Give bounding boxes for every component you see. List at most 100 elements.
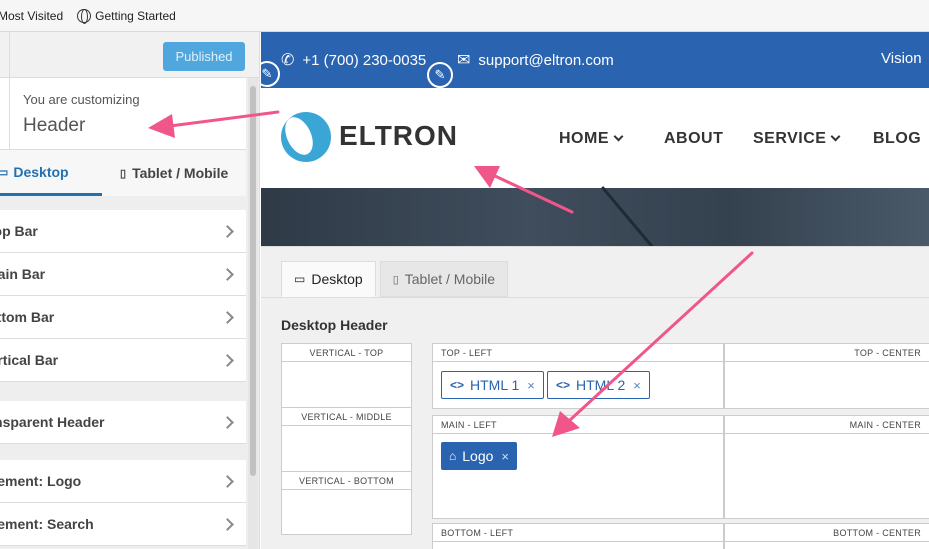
customizing-label: You are customizing bbox=[23, 92, 140, 107]
sidebar-item-label: Vertical Bar bbox=[0, 352, 59, 368]
scrollbar-thumb[interactable] bbox=[250, 86, 256, 476]
chevron-right-icon bbox=[221, 517, 234, 531]
code-icon: <> bbox=[556, 378, 571, 392]
vertical-bottom-zone[interactable]: VERTICAL - BOTTOM bbox=[281, 471, 412, 535]
publish-button[interactable]: Published bbox=[163, 42, 245, 71]
top-bar-link-vision[interactable]: Vision bbox=[881, 50, 922, 67]
divider bbox=[261, 297, 929, 298]
builder-tab-tablet-mobile[interactable]: ▯ Tablet / Mobile bbox=[379, 261, 509, 297]
sidebar-item-top-bar[interactable]: Top Bar bbox=[0, 210, 246, 253]
globe-icon bbox=[77, 8, 92, 24]
nav-item-service[interactable]: SERVICE bbox=[753, 130, 841, 148]
logo-icon[interactable] bbox=[281, 112, 331, 162]
chevron-right-icon bbox=[221, 224, 234, 238]
tab-label: Desktop bbox=[311, 271, 363, 287]
remove-icon[interactable]: × bbox=[501, 449, 509, 464]
site-main-bar: ELTRON HOME ABOUT SERVICE BLOG bbox=[261, 88, 929, 188]
back-button[interactable] bbox=[0, 78, 10, 150]
mobile-icon: ▯ bbox=[120, 167, 127, 180]
sidebar-item-main-bar[interactable]: Main Bar bbox=[0, 253, 246, 296]
phone-number: +1 (700) 230-0035 bbox=[302, 51, 427, 69]
tab-tablet-mobile[interactable]: ▯ Tablet / Mobile bbox=[102, 150, 228, 196]
chevron-right-icon bbox=[221, 415, 234, 429]
remove-icon[interactable]: × bbox=[633, 378, 641, 393]
tab-label: Tablet / Mobile bbox=[404, 271, 496, 287]
customizer-sidebar: Published You are customizing Header ▭ D… bbox=[0, 32, 260, 549]
bottom-center-zone[interactable]: BOTTOM - CENTER bbox=[724, 523, 929, 549]
bookmark-most-visited[interactable]: Most Visited bbox=[0, 9, 63, 23]
zone-label: MAIN - LEFT bbox=[433, 416, 723, 434]
sidebar-item-bottom-bar[interactable]: Bottom Bar bbox=[0, 296, 246, 339]
close-customizer-button[interactable] bbox=[0, 32, 10, 78]
nav-item-about[interactable]: ABOUT bbox=[664, 130, 723, 148]
sidebar-item-transparent-header[interactable]: Transparent Header bbox=[0, 401, 246, 444]
bookmarks-bar: Most Visited Getting Started bbox=[0, 0, 929, 32]
zone-label: VERTICAL - TOP bbox=[282, 344, 411, 362]
sidebar-bar-list: Top Bar Main Bar Bottom Bar Vertical Bar bbox=[0, 210, 246, 382]
sidebar-header: Published bbox=[0, 32, 259, 78]
sidebar-device-tabs: ▭ Desktop ▯ Tablet / Mobile bbox=[0, 150, 246, 196]
sidebar-item-vertical-bar[interactable]: Vertical Bar bbox=[0, 339, 246, 382]
nav-label: SERVICE bbox=[753, 130, 827, 147]
site-top-bar: ✆ +1 (700) 230-0035 ✉ support@eltron.com… bbox=[261, 32, 929, 88]
vertical-top-zone[interactable]: VERTICAL - TOP bbox=[281, 343, 412, 408]
vertical-middle-zone[interactable]: VERTICAL - MIDDLE bbox=[281, 407, 412, 472]
email-address: support@eltron.com bbox=[478, 51, 614, 69]
desktop-icon: ▭ bbox=[0, 165, 8, 179]
tab-label: Desktop bbox=[13, 163, 69, 180]
main-center-zone[interactable]: MAIN - CENTER bbox=[724, 415, 929, 519]
sidebar-item-label: Main Bar bbox=[0, 266, 46, 282]
chip-label: Logo bbox=[462, 448, 494, 464]
chevron-right-icon bbox=[221, 310, 234, 324]
header-builder-panel: ▭ Desktop ▯ Tablet / Mobile Desktop Head… bbox=[261, 246, 929, 549]
customizing-info: You are customizing Header bbox=[0, 78, 246, 150]
nav-label: BLOG bbox=[873, 130, 922, 147]
sidebar-item-label: Transparent Header bbox=[0, 414, 105, 430]
sidebar-item-label: Element: Search bbox=[0, 516, 94, 532]
sidebar-item-element-search[interactable]: Element: Search bbox=[0, 503, 246, 546]
sidebar-transparent-list: Transparent Header bbox=[0, 401, 246, 444]
html1-element-chip[interactable]: <> HTML 1 × bbox=[441, 371, 544, 399]
nav-item-home[interactable]: HOME bbox=[559, 130, 624, 148]
sidebar-item-label: Bottom Bar bbox=[0, 309, 55, 325]
nav-label: HOME bbox=[559, 130, 609, 147]
builder-title: Desktop Header bbox=[281, 317, 388, 333]
zone-label: BOTTOM - CENTER bbox=[725, 524, 929, 542]
chevron-down-icon bbox=[613, 131, 624, 142]
mobile-icon: ▯ bbox=[392, 273, 399, 286]
sidebar-element-list: Element: Logo Element: Search bbox=[0, 460, 246, 546]
zone-label: MAIN - CENTER bbox=[725, 416, 929, 434]
hero-banner bbox=[261, 188, 929, 246]
chevron-right-icon bbox=[221, 474, 234, 488]
chip-label: HTML 2 bbox=[576, 377, 626, 393]
email-contact[interactable]: ✉ support@eltron.com bbox=[457, 50, 614, 70]
bookmark-getting-started[interactable]: Getting Started bbox=[77, 8, 176, 24]
code-icon: <> bbox=[450, 378, 465, 392]
zone-label: BOTTOM - LEFT bbox=[433, 524, 723, 542]
site-preview: ✆ +1 (700) 230-0035 ✉ support@eltron.com… bbox=[261, 32, 929, 549]
bookmark-label: Getting Started bbox=[95, 8, 176, 23]
bookmark-label: Most Visited bbox=[0, 8, 64, 23]
top-center-zone[interactable]: TOP - CENTER bbox=[724, 343, 929, 409]
logo-element-chip[interactable]: ⌂ Logo × bbox=[441, 442, 517, 470]
remove-icon[interactable]: × bbox=[527, 378, 535, 393]
sidebar-item-element-logo[interactable]: Element: Logo bbox=[0, 460, 246, 503]
builder-tab-desktop[interactable]: ▭ Desktop bbox=[281, 261, 376, 297]
site-logo-text[interactable]: ELTRON bbox=[339, 120, 458, 152]
tab-desktop[interactable]: ▭ Desktop bbox=[0, 150, 102, 196]
bottom-left-zone[interactable]: BOTTOM - LEFT bbox=[432, 523, 724, 549]
builder-device-tabs: ▭ Desktop ▯ Tablet / Mobile bbox=[281, 261, 512, 297]
tab-label: Tablet / Mobile bbox=[132, 165, 229, 181]
edit-pencil-icon[interactable]: ✎ bbox=[427, 62, 453, 88]
desktop-icon: ▭ bbox=[294, 272, 306, 286]
sidebar-scrollbar[interactable] bbox=[248, 78, 258, 549]
home-icon: ⌂ bbox=[449, 449, 457, 463]
chevron-down-icon bbox=[831, 131, 841, 142]
nav-item-blog[interactable]: BLOG bbox=[873, 130, 921, 148]
zone-label: VERTICAL - BOTTOM bbox=[282, 472, 411, 490]
sidebar-item-label: Element: Logo bbox=[0, 473, 82, 489]
sidebar-item-label: Top Bar bbox=[0, 223, 38, 239]
phone-contact[interactable]: ✆ +1 (700) 230-0035 bbox=[281, 50, 426, 70]
zone-label: VERTICAL - MIDDLE bbox=[282, 408, 411, 426]
html2-element-chip[interactable]: <> HTML 2 × bbox=[547, 371, 650, 399]
